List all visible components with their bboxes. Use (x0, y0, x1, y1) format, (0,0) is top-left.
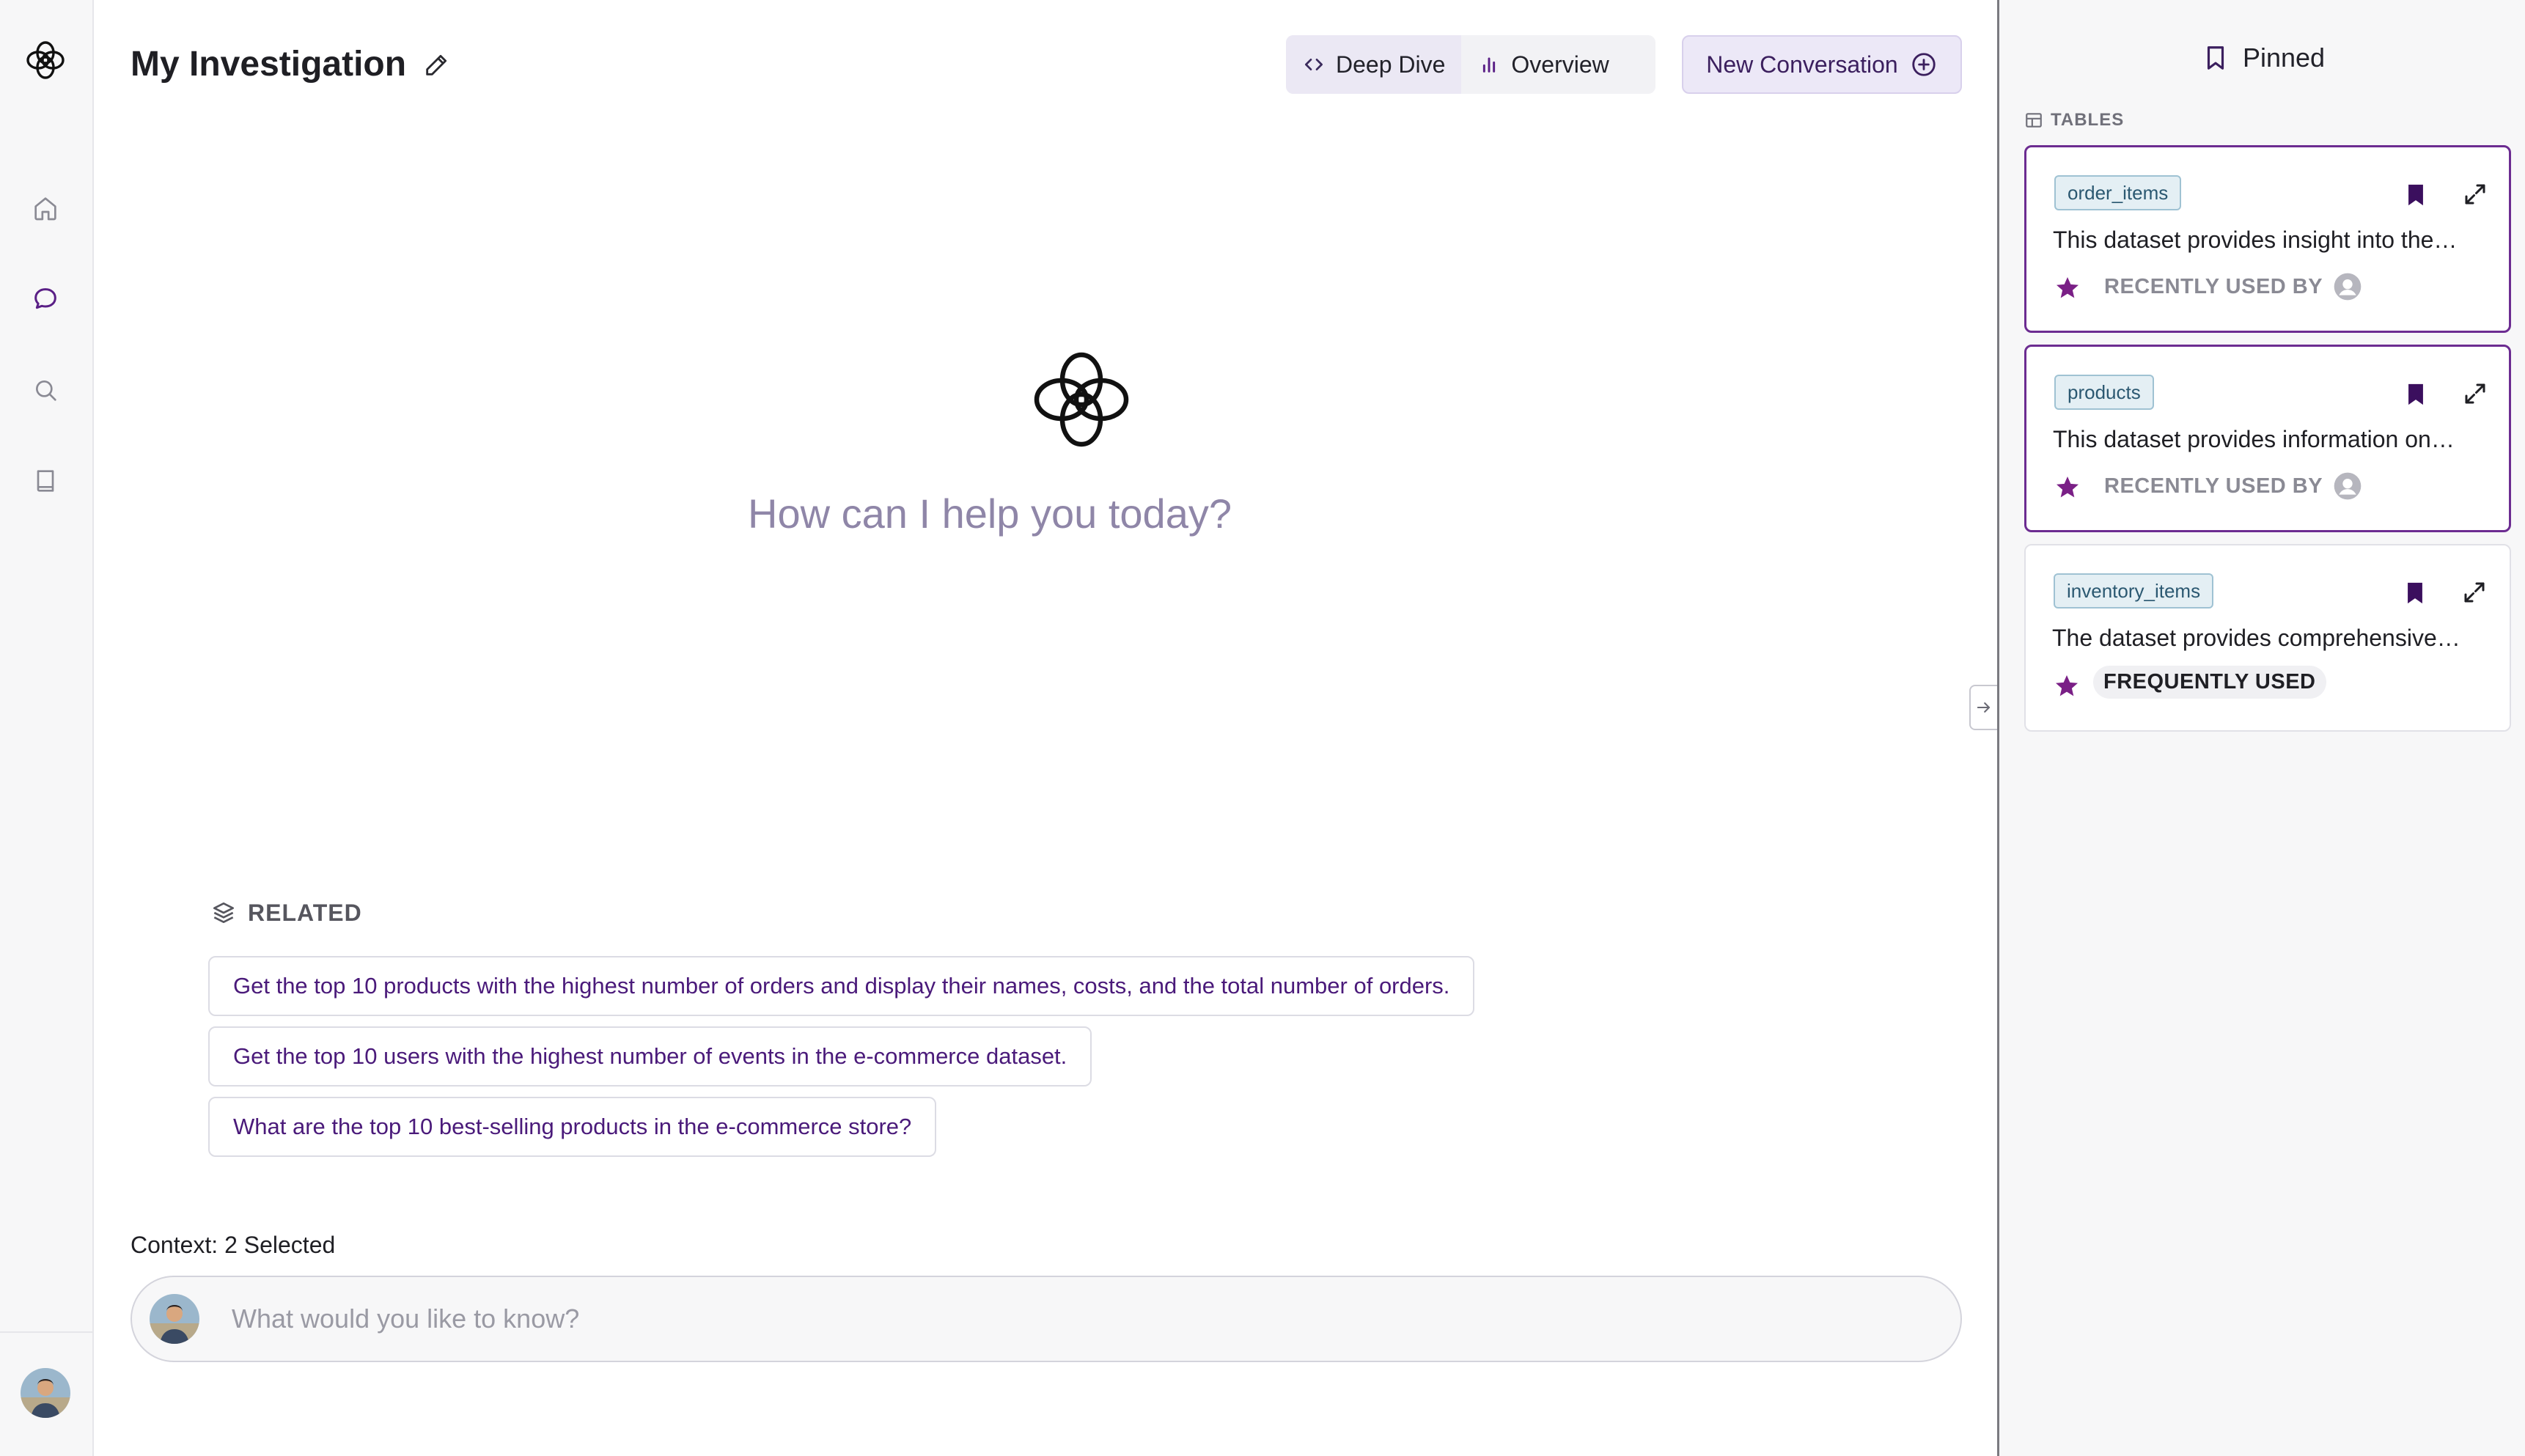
title-row: My Investigation (131, 44, 452, 84)
star-icon[interactable] (2054, 275, 2081, 301)
bar-chart-icon (1483, 57, 1496, 73)
usage-label: FREQUENTLY USED (2103, 670, 2316, 694)
pinned-panel: Pinned TABLES order_items This dataset p… (1997, 0, 2525, 1456)
related-heading: RELATED (210, 899, 362, 927)
home-icon (34, 197, 56, 221)
new-conversation-button[interactable]: New Conversation (1682, 35, 1962, 94)
user-avatar[interactable] (21, 1368, 70, 1418)
user-circle-icon (2334, 273, 2362, 301)
star-icon[interactable] (2054, 474, 2081, 501)
context-selector[interactable]: Context: 2 Selected (131, 1232, 335, 1259)
deep-dive-tab[interactable]: Deep Dive (1286, 35, 1462, 94)
view-mode-toggle: Deep Dive Overview (1286, 35, 1655, 94)
table-description: This dataset provides information on… (2053, 426, 2455, 452)
suggestion-chip[interactable]: What are the top 10 best-selling product… (208, 1097, 937, 1157)
usage-indicator: RECENTLY USED BY (2104, 272, 2362, 301)
overview-label: Overview (1511, 51, 1609, 78)
page-title: My Investigation (131, 45, 407, 84)
chat-icon (34, 288, 56, 309)
panel-collapse-button[interactable] (1969, 685, 1999, 730)
bookmark-filled-icon[interactable] (2403, 382, 2428, 407)
expand-icon[interactable] (2462, 181, 2488, 207)
table-description: The dataset provides comprehensive… (2052, 625, 2460, 651)
table-card-order-items[interactable]: order_items This dataset provides insigh… (2024, 145, 2511, 333)
expand-icon[interactable] (2461, 579, 2488, 606)
hero-prompt: How can I help you today? (748, 490, 1232, 537)
hero-logo-icon (1034, 352, 1129, 447)
user-circle-icon (2334, 472, 2362, 500)
chat-input[interactable] (232, 1304, 1845, 1334)
arrow-right-icon (1977, 702, 1991, 713)
table-icon (2026, 113, 2042, 128)
table-tag[interactable]: inventory_items (2054, 573, 2214, 608)
bookmark-outline-icon (2207, 46, 2224, 70)
table-tag[interactable]: products (2054, 375, 2154, 410)
edit-title-button[interactable] (422, 50, 452, 79)
usage-indicator: RECENTLY USED BY (2104, 471, 2362, 501)
table-card-products[interactable]: products This dataset provides informati… (2024, 345, 2511, 532)
suggestion-chip[interactable]: Get the top 10 products with the highest… (208, 956, 1475, 1016)
plus-circle-icon (1912, 53, 1936, 76)
bookmark-filled-icon[interactable] (2403, 581, 2427, 606)
overview-tab[interactable]: Overview (1461, 35, 1625, 94)
table-description: This dataset provides insight into the… (2053, 227, 2458, 253)
related-heading-label: RELATED (248, 899, 362, 926)
app-logo-icon[interactable] (22, 37, 69, 84)
chat-composer (131, 1276, 1962, 1362)
tables-section-label: TABLES (2024, 110, 2124, 130)
search-icon (36, 380, 56, 401)
layers-icon (213, 902, 235, 924)
new-conversation-label: New Conversation (1706, 51, 1898, 78)
main-area: My Investigation Deep Dive Overview New … (95, 0, 1999, 1456)
table-tag[interactable]: order_items (2054, 175, 2182, 210)
usage-badge: FREQUENTLY USED (2093, 666, 2326, 699)
deep-dive-label: Deep Dive (1336, 51, 1446, 78)
usage-label: RECENTLY USED BY (2104, 274, 2323, 298)
expand-icon[interactable] (2462, 380, 2488, 407)
bookmark-filled-icon[interactable] (2403, 183, 2428, 207)
suggestion-chip[interactable]: Get the top 10 users with the highest nu… (208, 1026, 1092, 1087)
nav-rail (0, 0, 94, 1456)
usage-label: RECENTLY USED BY (2104, 474, 2323, 498)
tables-label: TABLES (2051, 110, 2125, 130)
composer-avatar (150, 1294, 199, 1344)
nav-home-button[interactable] (25, 188, 66, 229)
star-icon[interactable] (2054, 673, 2080, 699)
pinned-title: Pinned (2242, 43, 2326, 73)
rail-divider (0, 1331, 94, 1333)
table-card-inventory-items[interactable]: inventory_items The dataset provides com… (2024, 544, 2511, 732)
pinned-header: Pinned (1999, 43, 2525, 73)
nav-chat-button[interactable] (25, 279, 66, 320)
pencil-icon (426, 54, 447, 76)
suggestion-list: Get the top 10 products with the highest… (208, 956, 1475, 1157)
nav-search-button[interactable] (25, 369, 66, 411)
code-icon (1305, 59, 1323, 70)
